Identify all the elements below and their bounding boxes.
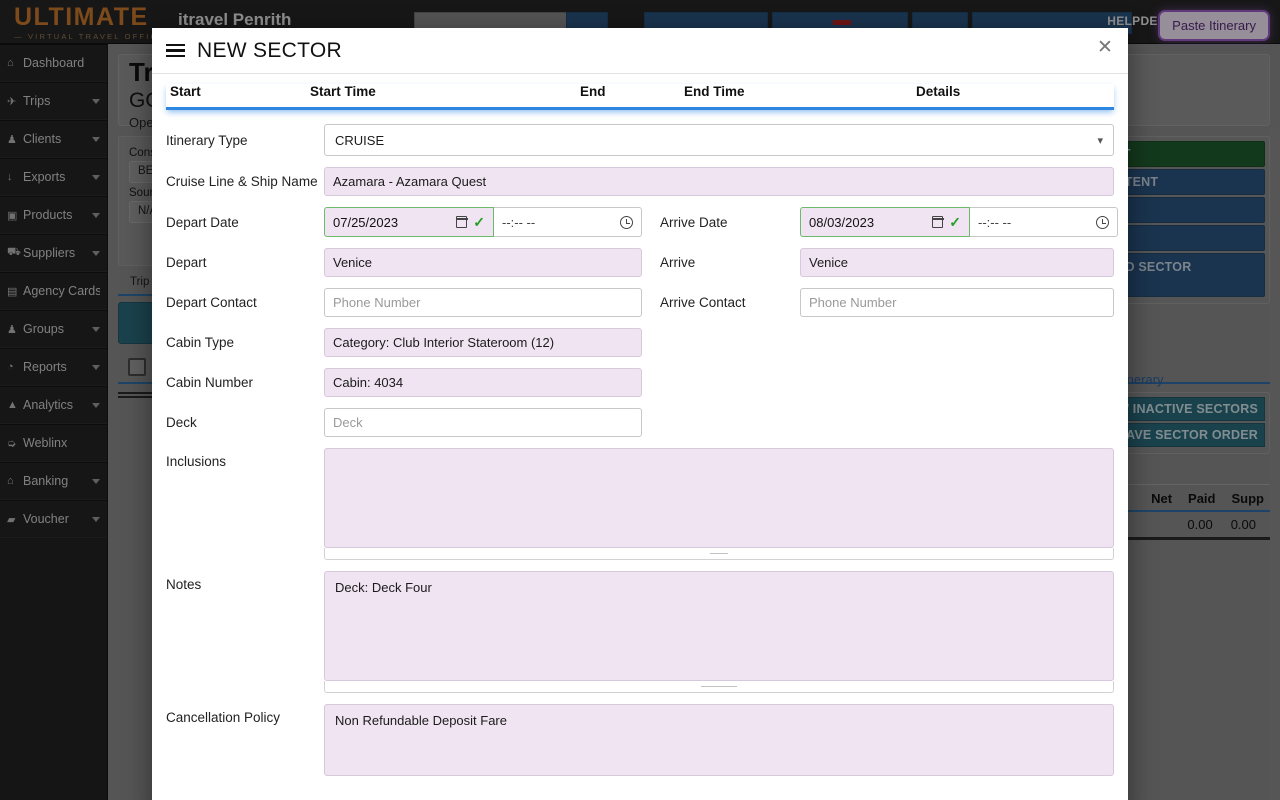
depart-contact-label: Depart Contact (166, 295, 257, 310)
modal-title: NEW SECTOR (197, 38, 342, 62)
row-notes: Notes Deck: Deck Four (166, 571, 1114, 693)
clock-icon[interactable] (1096, 215, 1109, 229)
deck-input[interactable]: Deck (324, 408, 642, 437)
depart-date-value: 07/25/2023 (333, 214, 399, 230)
row-contacts: Depart Contact Phone Number Arrive Conta… (166, 288, 1114, 317)
calendar-icon[interactable] (931, 216, 944, 228)
sector-form: Itinerary Type CRUISE ▾ Cruise Line & Sh… (152, 110, 1128, 776)
depart-time-input[interactable]: --:-- -- (494, 207, 642, 237)
depart-label: Depart (166, 255, 207, 270)
itinerary-type-select[interactable]: CRUISE ▾ (324, 124, 1114, 156)
row-depart-arrive: Depart Venice Arrive Venice (166, 248, 1114, 277)
column-header-start: Start (170, 84, 201, 99)
sector-table-header-wrap: Start Start Time End End Time Details (152, 74, 1128, 110)
inclusions-textarea[interactable] (324, 448, 1114, 548)
arrive-date-value: 08/03/2023 (809, 214, 875, 230)
new-sector-modal: NEW SECTOR ✕ Start Start Time End End Ti… (152, 28, 1128, 800)
arrive-date-label: Arrive Date (660, 214, 728, 230)
depart-time-value: --:-- -- (502, 214, 536, 230)
row-inclusions: Inclusions (166, 448, 1114, 560)
row-deck: Deck Deck (166, 408, 1114, 437)
application-window: Trip GO Open Consu BEL Sourc N/A Trip SE… (0, 0, 1280, 800)
clock-icon[interactable] (620, 215, 633, 229)
itinerary-type-value: CRUISE (335, 132, 385, 148)
row-cabin-number: Cabin Number Cabin: 4034 (166, 368, 1114, 397)
arrive-date-input[interactable]: 08/03/2023 ✓ (800, 207, 970, 237)
itinerary-type-label: Itinerary Type (166, 132, 248, 148)
arrive-contact-input[interactable]: Phone Number (800, 288, 1114, 317)
arrive-input[interactable]: Venice (800, 248, 1114, 277)
arrive-time-value: --:-- -- (978, 214, 1012, 230)
depart-date-label: Depart Date (166, 214, 239, 230)
chevron-down-icon: ▾ (1097, 134, 1103, 147)
row-itinerary-type: Itinerary Type CRUISE ▾ (166, 124, 1114, 156)
inclusions-label: Inclusions (166, 454, 227, 469)
column-header-start-time: Start Time (310, 84, 376, 99)
cancellation-policy-textarea[interactable]: Non Refundable Deposit Fare (324, 704, 1114, 776)
row-cabin-type: Cabin Type Category: Club Interior State… (166, 328, 1114, 357)
valid-check-icon: ✓ (473, 213, 485, 230)
deck-label: Deck (166, 415, 197, 430)
row-cancellation-policy: Cancellation Policy Non Refundable Depos… (166, 704, 1114, 776)
notes-label: Notes (166, 577, 202, 592)
cruise-line-label: Cruise Line & Ship Name (166, 174, 318, 189)
cabin-type-input[interactable]: Category: Club Interior Stateroom (12) (324, 328, 642, 357)
cabin-number-label: Cabin Number (166, 375, 254, 390)
arrive-label: Arrive (660, 255, 696, 270)
sector-table-header: Start Start Time End End Time Details (166, 84, 1114, 110)
depart-contact-input[interactable]: Phone Number (324, 288, 642, 317)
depart-input[interactable]: Venice (324, 248, 642, 277)
cabin-number-input[interactable]: Cabin: 4034 (324, 368, 642, 397)
modal-header: NEW SECTOR ✕ (152, 28, 1128, 74)
row-cruise-line: Cruise Line & Ship Name Azamara - Azamar… (166, 167, 1114, 196)
calendar-icon[interactable] (455, 216, 468, 228)
notes-resize-handle[interactable] (324, 681, 1114, 693)
cruise-line-input[interactable]: Azamara - Azamara Quest (324, 167, 1114, 196)
cabin-type-label: Cabin Type (166, 335, 235, 350)
arrive-time-input[interactable]: --:-- -- (970, 207, 1118, 237)
column-header-end-time: End Time (684, 84, 745, 99)
cancellation-policy-label: Cancellation Policy (166, 710, 281, 725)
close-icon[interactable]: ✕ (1094, 38, 1116, 60)
inclusions-resize-handle[interactable] (324, 548, 1114, 560)
row-dates: Depart Date 07/25/2023 ✓ --:-- -- Arrive… (166, 207, 1118, 237)
hamburger-icon[interactable] (166, 43, 185, 58)
notes-textarea[interactable]: Deck: Deck Four (324, 571, 1114, 681)
depart-date-input[interactable]: 07/25/2023 ✓ (324, 207, 494, 237)
arrive-contact-label: Arrive Contact (660, 295, 746, 310)
column-header-end: End (580, 84, 606, 99)
column-header-details: Details (916, 84, 961, 99)
valid-check-icon: ✓ (949, 213, 961, 230)
